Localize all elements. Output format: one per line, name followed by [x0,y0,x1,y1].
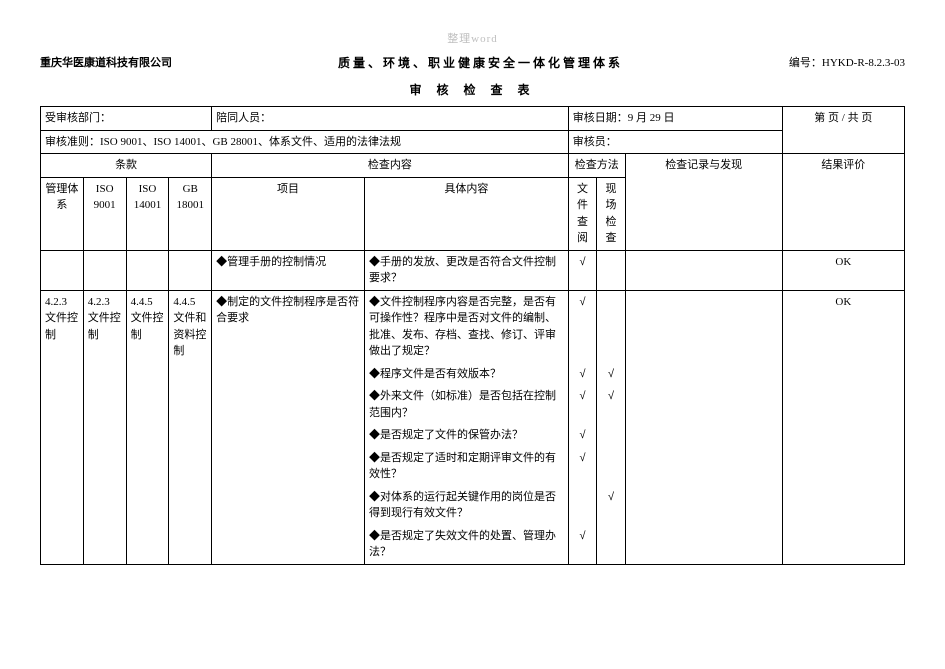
r1-doc-check: √ [568,250,597,290]
criteria-value: ISO 9001、ISO 14001、GB 28001、体系文件、适用的法律法规 [100,136,401,148]
r2-gb18001: 4.4.5 文件和资料控制 [169,290,212,564]
doc-no-label: 编号： [789,57,822,69]
r2-d4: ◆是否规定了文件的保管办法？ [364,424,568,447]
r2-d1-doc: √ [568,290,597,363]
head-result: 结果评价 [782,154,904,251]
r2-d2-doc: √ [568,363,597,386]
r1-gb18001 [169,250,212,290]
r2-d6-doc [568,486,597,525]
r2-d7-site [597,525,626,565]
auditor-cell: 审核员： [568,130,782,154]
head-iso14001: ISO 14001 [126,177,169,250]
r2-d5-site [597,447,626,486]
r2-d1-site [597,290,626,363]
company-name: 重庆华医康道科技有限公司 [40,54,172,70]
auditor-label: 审核员： [573,136,617,148]
head-clause-group: 条款 [41,154,212,178]
head-doc-review: 文件查阅 [568,177,597,250]
r2-d6: ◆对体系的运行起关键作用的岗位是否得到现行有效文件？ [364,486,568,525]
data-row-1: ◆管理手册的控制情况 ◆手册的发放、更改是否符合文件控制要求？ √ OK [41,250,905,290]
r2-mgmt: 4.2.3 文件控制 [41,290,84,564]
r2-d1: ◆文件控制程序内容是否完整，是否有可操作性？程序中是否对文件的编制、批准、发布、… [364,290,568,363]
page-header: 重庆华医康道科技有限公司 质量、环境、职业健康安全一体化管理体系 编号：HYKD… [40,54,905,71]
head-check-content-group: 检查内容 [212,154,569,178]
r2-d3-site: √ [597,385,626,424]
head-project: 项目 [212,177,365,250]
document-title: 质量、环境、职业健康安全一体化管理体系 [172,54,789,71]
r2-d2: ◆程序文件是否有效版本？ [364,363,568,386]
r2-iso9001: 4.2.3 文件控制 [83,290,126,564]
dept-label: 受审核部门： [45,112,111,124]
head-gb18001: GB 18001 [169,177,212,250]
r1-project: ◆管理手册的控制情况 [212,250,365,290]
r2-d6-site: √ [597,486,626,525]
r2-d4-site [597,424,626,447]
dept-cell: 受审核部门： [41,107,212,131]
r2-record [625,290,782,564]
r2-d3: ◆外来文件（如标准）是否包括在控制范围内？ [364,385,568,424]
r2-d2-site: √ [597,363,626,386]
page-cell: 第 页 / 共 页 [782,107,904,154]
companion-label: 陪同人员： [216,112,271,124]
data-row-2-1: 4.2.3 文件控制 4.2.3 文件控制 4.4.5 文件控制 4.4.5 文… [41,290,905,363]
document-number: 编号：HYKD-R-8.2.3-03 [789,54,905,70]
r2-d3-doc: √ [568,385,597,424]
table-head-row-1: 条款 检查内容 检查方法 检查记录与发现 结果评价 [41,154,905,178]
r2-d5: ◆是否规定了适时和定期评审文件的有效性？ [364,447,568,486]
date-cell: 审核日期：9 月 29 日 [568,107,782,131]
r2-d5-doc: √ [568,447,597,486]
audit-table: 受审核部门： 陪同人员： 审核日期：9 月 29 日 第 页 / 共 页 审核准… [40,106,905,565]
head-method-group: 检查方法 [568,154,625,178]
date-label: 审核日期： [573,112,628,124]
r1-site-check [597,250,626,290]
r1-detail: ◆手册的发放、更改是否符合文件控制要求？ [364,250,568,290]
document-subtitle: 审 核 检 查 表 [40,81,905,98]
r2-iso14001: 4.4.5 文件控制 [126,290,169,564]
companion-cell: 陪同人员： [212,107,569,131]
head-record: 检查记录与发现 [625,154,782,251]
criteria-cell: 审核准则：ISO 9001、ISO 14001、GB 28001、体系文件、适用… [41,130,569,154]
r2-result: OK [782,290,904,564]
r1-mgmt [41,250,84,290]
head-mgmt: 管理体系 [41,177,84,250]
date-value: 9 月 29 日 [628,112,675,124]
head-site-check: 现场检查 [597,177,626,250]
doc-no-value: HYKD-R-8.2.3-03 [822,57,905,69]
r2-d4-doc: √ [568,424,597,447]
meta-row-1: 受审核部门： 陪同人员： 审核日期：9 月 29 日 第 页 / 共 页 [41,107,905,131]
r1-record [625,250,782,290]
criteria-label: 审核准则： [45,136,100,148]
meta-row-2: 审核准则：ISO 9001、ISO 14001、GB 28001、体系文件、适用… [41,130,905,154]
head-detail: 具体内容 [364,177,568,250]
r1-result: OK [782,250,904,290]
r1-iso9001 [83,250,126,290]
r1-iso14001 [126,250,169,290]
watermark-text: 整理word [40,30,905,46]
r2-d7-doc: √ [568,525,597,565]
head-iso9001: ISO 9001 [83,177,126,250]
r2-d7: ◆是否规定了失效文件的处置、管理办法？ [364,525,568,565]
r2-project: ◆制定的文件控制程序是否符合要求 [212,290,365,564]
